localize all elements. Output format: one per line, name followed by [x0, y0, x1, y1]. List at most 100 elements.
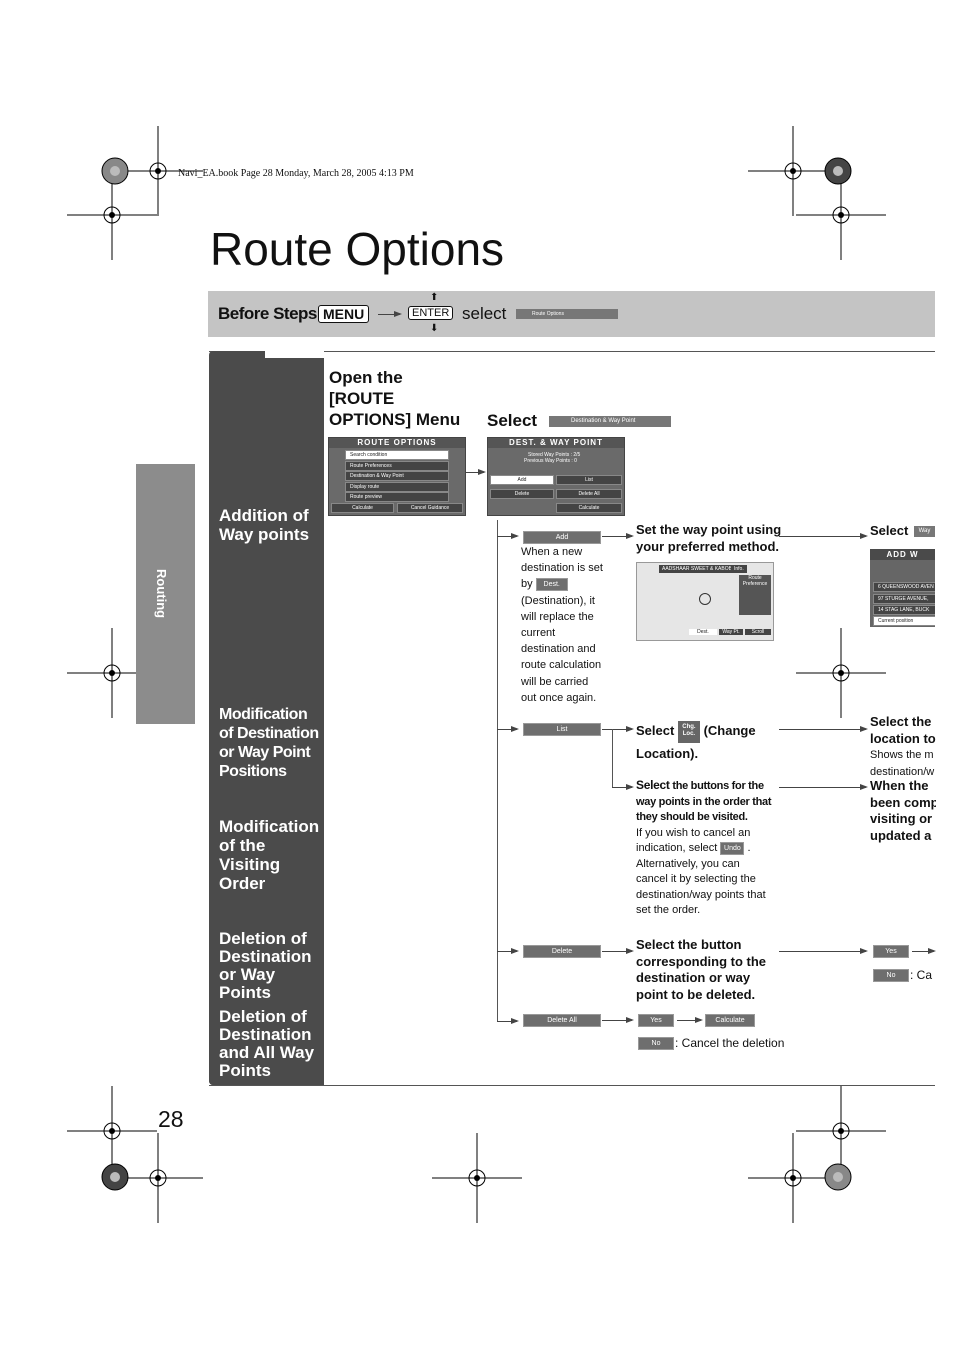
- arrow-icon: [497, 533, 519, 539]
- page-number: 28: [158, 1106, 184, 1132]
- arrow-icon: [602, 948, 634, 954]
- arrow-icon: [497, 948, 519, 954]
- next-select: Select: [870, 523, 909, 538]
- change-location-step: Select Chg. Loc. (Change Location).: [636, 720, 786, 764]
- color-target-icon: [101, 157, 129, 185]
- arrow-icon: [779, 726, 868, 732]
- result-line: When the: [870, 778, 929, 793]
- color-target-icon: [824, 157, 852, 185]
- note-line: If you wish to cancel an: [636, 826, 751, 839]
- list-button: List: [556, 475, 622, 485]
- color-target-icon: [101, 1163, 129, 1191]
- note-line: by: [521, 578, 533, 591]
- delete-button: Delete: [490, 489, 554, 499]
- note-line: Alternatively, you can: [636, 857, 740, 870]
- delete-all-button: Delete All: [556, 489, 622, 499]
- step2-select: Select: [487, 411, 538, 430]
- change-location-result: Select the location to Shows the m desti…: [870, 714, 936, 780]
- order-step: Select the buttons for the way points in…: [636, 778, 784, 919]
- result-line: location to: [870, 730, 936, 746]
- before-steps-label: Before Steps: [218, 304, 317, 323]
- note-line: destination is set: [521, 562, 603, 575]
- no-button: No: [638, 1037, 674, 1050]
- select-text: select: [462, 304, 507, 323]
- menu-item: Display route: [345, 482, 449, 492]
- enter-key: ENTER: [408, 306, 454, 320]
- previous-count: Previous Way Points : 0: [524, 458, 577, 464]
- route-options-menu-item: Route Options: [516, 309, 618, 319]
- arrow-icon: [612, 784, 634, 790]
- arrow-icon: [602, 533, 634, 539]
- info-button: Info.: [731, 565, 747, 573]
- print-header: Navi_EA.book Page 28 Monday, March 28, 2…: [178, 168, 414, 179]
- arrow-icon: [497, 1018, 519, 1024]
- no-note: : Cancel the deletion: [675, 1036, 785, 1050]
- note-line: indication, select: [636, 842, 718, 854]
- result-line: Select the: [870, 714, 932, 729]
- calculate-button: Calculate: [331, 503, 394, 513]
- arrow-icon: [466, 469, 486, 475]
- add-button: Add: [490, 475, 554, 485]
- column-foot: [209, 1078, 324, 1085]
- result-line: updated a: [870, 827, 932, 843]
- delete-button: Delete: [523, 945, 601, 958]
- up-arrow-icon: ⬆: [430, 292, 439, 303]
- select-text: Select: [636, 778, 670, 792]
- arrow-icon: [779, 784, 868, 790]
- step1-title: Open the [ROUTE OPTIONS] Menu: [329, 368, 461, 429]
- screen-title: ROUTE OPTIONS: [329, 438, 465, 448]
- manual-page: Navi_EA.book Page 28 Monday, March 28, 2…: [0, 0, 954, 1348]
- section-addition: Addition of Way points: [209, 358, 324, 700]
- arrow-icon: [378, 311, 402, 317]
- before-steps-bar: Before Steps MENU ⬆ ENTER ⬇ select Route…: [208, 291, 935, 337]
- divider: [209, 1085, 935, 1086]
- delete-all-button: Delete All: [523, 1014, 601, 1027]
- menu-item: Search condition: [345, 450, 449, 460]
- way-button: Way: [914, 526, 935, 537]
- tree-line: [612, 729, 613, 787]
- menu-key: MENU: [318, 305, 370, 323]
- no-note: : Ca: [910, 968, 933, 982]
- undo-button: Undo: [720, 841, 745, 855]
- arrow-icon: [779, 533, 868, 539]
- note-line: will be carried: [521, 675, 589, 688]
- note-line: current: [521, 627, 556, 640]
- calculate-button: Calculate: [705, 1014, 755, 1027]
- select-text: Select: [636, 723, 675, 738]
- arrow-icon: [677, 1017, 703, 1023]
- map-screen: AADSHAAR SWEET & KABOB Info. Route Prefe…: [636, 562, 774, 641]
- dest-button: Dest.: [535, 578, 568, 591]
- column-notch: [265, 351, 324, 358]
- add-button: Add: [523, 531, 601, 544]
- calculate-button: Calculate: [556, 503, 622, 513]
- dest-waypoint-screen: DEST. & WAY POINT Stored Way Points : 2/…: [487, 437, 625, 516]
- note-line: will replace the: [521, 610, 594, 623]
- add-note: When a new destination is set by Dest. (…: [521, 544, 603, 706]
- chg-loc-icon: Chg. Loc.: [677, 720, 700, 743]
- menu-item: Route Preferences: [345, 461, 449, 471]
- arrow-icon: [497, 726, 519, 732]
- order-result: When the been comp visiting or updated a: [870, 778, 936, 844]
- side-tab-label: Routing: [154, 569, 169, 619]
- note-line: (Destination), it: [521, 594, 595, 607]
- waypt-button: Way Pt.: [719, 629, 743, 635]
- delete-step: Select the button corresponding to the d…: [636, 937, 766, 1002]
- note-line: out once again.: [521, 691, 597, 704]
- screen-title: DEST. & WAY POINT: [488, 438, 624, 448]
- arrow-icon: [602, 1017, 634, 1023]
- note-line: When a new: [521, 546, 583, 558]
- yes-button: Yes: [873, 945, 909, 958]
- note-line: destination and: [521, 643, 596, 656]
- note-line: destination/way points that: [636, 888, 766, 901]
- waypoint-item: 97 STURGE AVENUE,: [873, 594, 935, 604]
- result-line: visiting or: [870, 811, 933, 826]
- current-position-item: Current position: [873, 616, 935, 626]
- menu-item: Destination & Way Point: [345, 471, 449, 481]
- dest-waypoint-button: Destination & Way Point: [549, 416, 671, 427]
- waypoint-item: 14 STAG LANE, BUCK: [873, 605, 935, 615]
- waypoint-item: 6 QUEENSWOOD AVEN: [873, 582, 935, 592]
- route-options-screen: ROUTE OPTIONS Search condition Route Pre…: [328, 437, 466, 516]
- place-name: AADSHAAR SWEET & KABOB: [659, 565, 735, 573]
- arrow-icon: [779, 948, 868, 954]
- list-button: List: [523, 723, 601, 736]
